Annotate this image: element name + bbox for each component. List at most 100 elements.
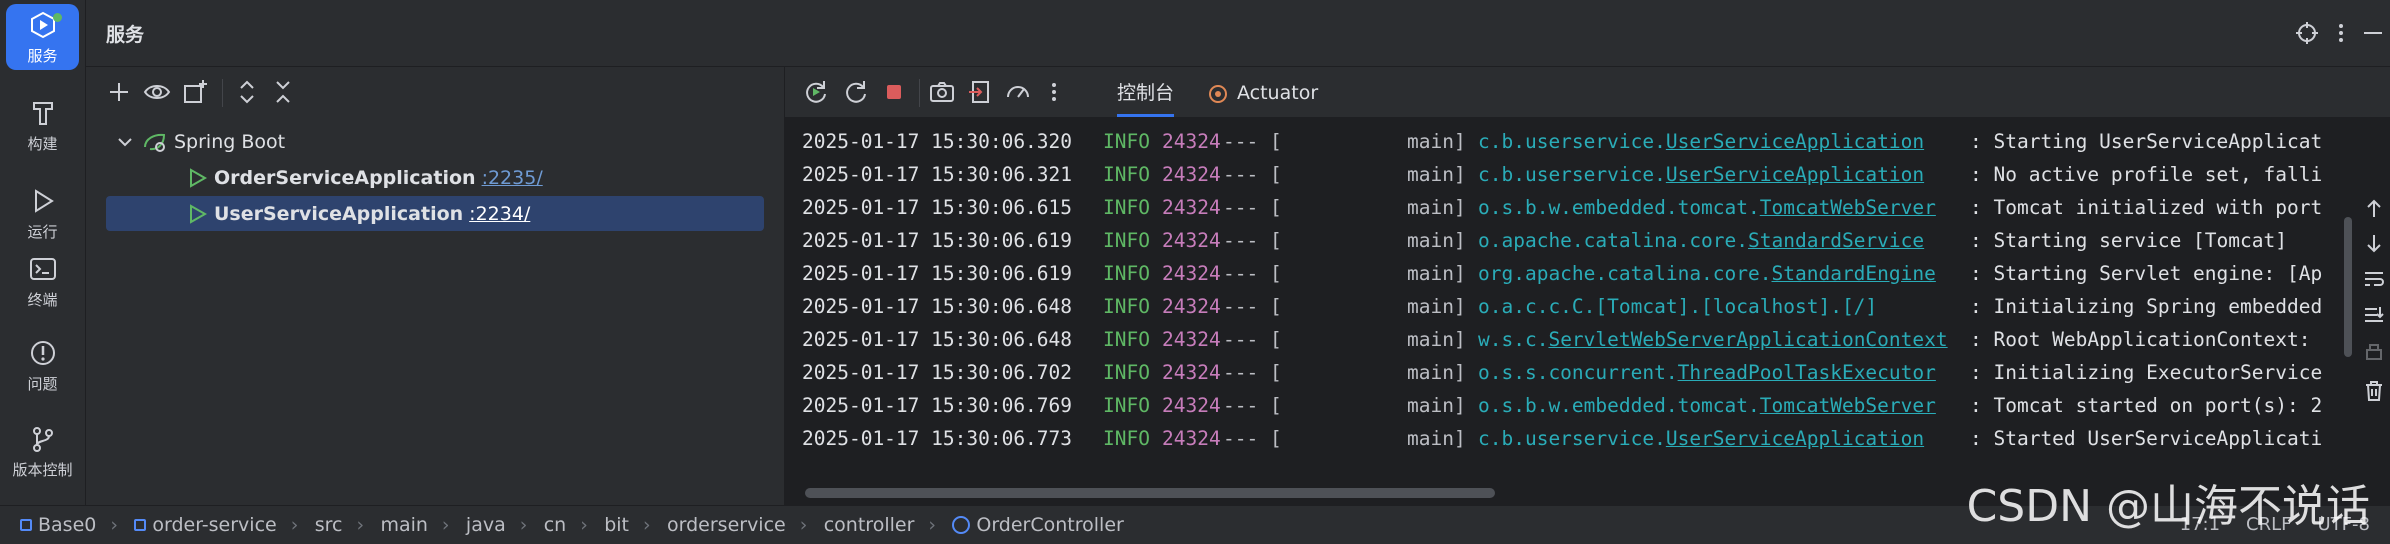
log-line: 2025-01-17 15:30:06.648 INFO 24324 --- [mai…: [802, 290, 2340, 323]
log-message: : Tomcat started on port(s): 2: [1970, 394, 2323, 417]
logger-class-link[interactable]: UserServiceApplication: [1666, 163, 1924, 186]
tool-label: 服务: [27, 46, 58, 65]
tree-app-order-service[interactable]: OrderServiceApplication :2235/: [106, 160, 764, 195]
log-logger: c.b.userservice.UserServiceApplication: [1478, 125, 1970, 158]
logger-class-link[interactable]: UserServiceApplication: [1666, 130, 1924, 153]
log-level: INFO: [1103, 328, 1150, 351]
expand-all-icon[interactable]: [232, 77, 262, 107]
logger-package: w.s.c.: [1478, 328, 1549, 351]
actuator-icon: [1209, 85, 1227, 103]
crosshair-icon[interactable]: [2294, 20, 2320, 46]
log-pid: 24324: [1162, 163, 1221, 186]
breadcrumb-label: OrderController: [976, 514, 1124, 536]
log-level: INFO: [1103, 163, 1150, 186]
arrow-up-icon[interactable]: [2362, 197, 2386, 221]
console-output[interactable]: 2025-01-17 15:30:06.320 INFO 24324 --- [mai…: [802, 125, 2340, 455]
breadcrumb-separator: ›: [441, 514, 450, 536]
tool-vcs[interactable]: 版本控制: [6, 418, 79, 484]
breadcrumb-item[interactable]: orderservice: [667, 514, 786, 536]
chevron-down-icon[interactable]: [116, 133, 134, 151]
logger-class-link[interactable]: StandardService: [1748, 229, 1924, 252]
log-level: INFO: [1103, 229, 1150, 252]
breadcrumb-item[interactable]: java: [466, 514, 506, 536]
collapse-all-icon[interactable]: [268, 77, 298, 107]
tool-terminal[interactable]: 终端: [6, 248, 79, 314]
breadcrumb-label: bit: [604, 514, 630, 536]
trash-icon[interactable]: [2362, 379, 2386, 403]
breadcrumb-item[interactable]: bit: [604, 514, 629, 536]
log-separator: --- [: [1223, 361, 1282, 384]
breadcrumb-separator: ›: [928, 514, 936, 536]
breadcrumb-item[interactable]: src: [315, 514, 343, 536]
rerun-icon[interactable]: [801, 77, 831, 107]
log-logger: o.a.c.c.C.[Tomcat].[localhost].[/]: [1478, 290, 1970, 323]
log-message: : Initializing Spring embedded: [1970, 295, 2323, 318]
logger-package: o.s.s.concurrent.: [1478, 361, 1678, 384]
eye-icon[interactable]: [142, 77, 172, 107]
log-separator: --- [: [1223, 229, 1282, 252]
horizontal-scrollbar[interactable]: [805, 488, 1495, 498]
scroll-to-end-icon[interactable]: [2362, 303, 2386, 327]
log-pid: 24324: [1162, 130, 1221, 153]
tool-label: 版本控制: [12, 460, 73, 479]
add-service-icon[interactable]: [104, 77, 134, 107]
hammer-icon: [32, 101, 53, 125]
log-message: : Tomcat initialized with port: [1970, 196, 2323, 219]
log-pid: 24324: [1162, 328, 1221, 351]
breadcrumb-label: orderservice: [667, 514, 786, 536]
breadcrumb-item[interactable]: cn: [544, 514, 567, 536]
tab-actuator[interactable]: Actuator: [1237, 77, 1318, 109]
log-line: 2025-01-17 15:30:06.619 INFO 24324 --- [mai…: [802, 224, 2340, 257]
stop-icon[interactable]: [879, 77, 909, 107]
soft-wrap-icon[interactable]: [2362, 267, 2386, 291]
tool-run[interactable]: 运行: [6, 180, 79, 246]
port-link[interactable]: :2235/: [482, 167, 543, 189]
log-timestamp: 2025-01-17 15:30:06.321: [802, 163, 1073, 186]
log-message: : Started UserServiceApplicati: [1970, 427, 2323, 450]
breadcrumb-item[interactable]: OrderController: [952, 514, 1124, 536]
toolbar-divider: [919, 79, 920, 107]
logger-package: c.b.userservice.: [1478, 130, 1666, 153]
print-icon[interactable]: [2362, 341, 2386, 365]
logger-class-link[interactable]: UserServiceApplication: [1666, 427, 1924, 450]
breadcrumb-item[interactable]: order-service: [134, 514, 277, 536]
profiler-icon[interactable]: [1003, 77, 1033, 107]
new-group-icon[interactable]: [180, 77, 210, 107]
log-timestamp: 2025-01-17 15:30:06.320: [802, 130, 1073, 153]
log-logger: org.apache.catalina.core.StandardEngine: [1478, 257, 1970, 290]
breadcrumb-item[interactable]: controller: [824, 514, 915, 536]
logger-class-link[interactable]: ServletWebServerApplicationContext: [1548, 328, 1947, 351]
tool-problems[interactable]: 问题: [6, 332, 79, 398]
tree-group-spring-boot[interactable]: Spring Boot: [106, 124, 764, 159]
tab-console[interactable]: 控制台: [1117, 77, 1175, 117]
restart-icon[interactable]: [841, 77, 871, 107]
tool-build[interactable]: 构建: [6, 92, 79, 158]
exit-icon[interactable]: [965, 77, 995, 107]
camera-icon[interactable]: [927, 77, 957, 107]
tool-services[interactable]: 服务: [6, 4, 79, 70]
breadcrumb-separator: ›: [643, 514, 651, 536]
panel-title: 服务: [106, 24, 145, 46]
vertical-scrollbar[interactable]: [2344, 217, 2352, 357]
logger-class-link[interactable]: ThreadPoolTaskExecutor: [1678, 361, 1936, 384]
arrow-down-icon[interactable]: [2362, 231, 2386, 255]
more-vertical-icon[interactable]: [1039, 77, 1069, 107]
logger-class-link[interactable]: TomcatWebServer: [1760, 394, 1936, 417]
run-status-icon: [190, 203, 208, 224]
app-name: OrderServiceApplication: [214, 166, 476, 189]
log-thread: main]: [1407, 361, 1466, 384]
log-line: 2025-01-17 15:30:06.320 INFO 24324 --- [mai…: [802, 125, 2340, 158]
tree-app-user-service[interactable]: UserServiceApplication :2234/: [106, 196, 764, 231]
logger-class-link[interactable]: StandardEngine: [1772, 262, 1936, 285]
log-thread: main]: [1407, 229, 1466, 252]
minimize-icon[interactable]: [2360, 20, 2386, 46]
log-separator: --- [: [1223, 163, 1282, 186]
port-link[interactable]: :2234/: [469, 203, 530, 225]
breadcrumb-item[interactable]: main: [380, 514, 427, 536]
breadcrumb-item[interactable]: Base0: [20, 514, 96, 536]
logger-class-link[interactable]: TomcatWebServer: [1760, 196, 1936, 219]
log-message: : Initializing ExecutorService: [1970, 361, 2323, 384]
log-logger: o.apache.catalina.core.StandardService: [1478, 224, 1970, 257]
more-vertical-icon[interactable]: [2328, 20, 2354, 46]
log-timestamp: 2025-01-17 15:30:06.769: [802, 394, 1073, 417]
